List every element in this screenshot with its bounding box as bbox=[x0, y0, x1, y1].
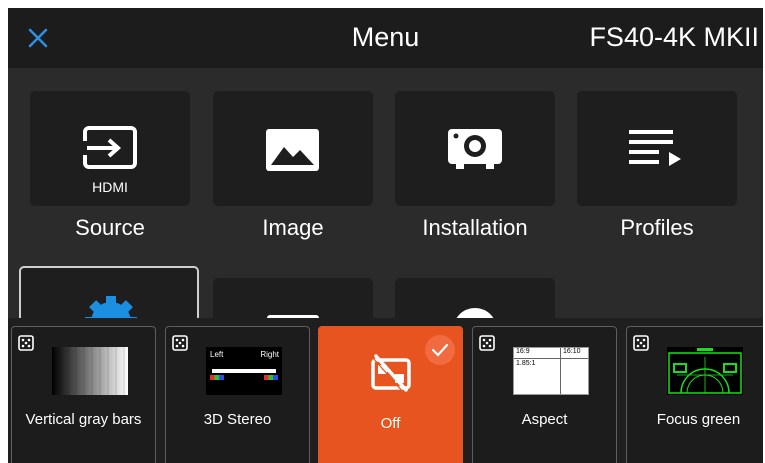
menu-tile-label: Source bbox=[75, 215, 145, 240]
pattern-off-icon bbox=[371, 354, 411, 392]
menu-tile-image[interactable] bbox=[213, 91, 373, 206]
pattern-label: Focus green bbox=[656, 411, 741, 428]
dice-icon bbox=[172, 335, 188, 351]
gray-bars-thumbnail bbox=[52, 347, 128, 395]
dice-icon bbox=[18, 335, 34, 351]
image-icon bbox=[266, 129, 319, 171]
thumb-bar bbox=[212, 369, 276, 373]
device-model: FS40-4K MKII bbox=[589, 22, 759, 52]
input-arrow-icon bbox=[83, 126, 137, 169]
pattern-card-focus-green[interactable]: Focus green bbox=[626, 326, 763, 463]
projector-menu-screen: Menu FS40-4K MKII HDMI Source Image Inst… bbox=[8, 8, 763, 463]
pattern-card-off[interactable]: Off bbox=[318, 326, 463, 463]
aspect-thumbnail: 16:9 16:10 1.85:1 bbox=[513, 347, 589, 395]
menu-tile-label: Profiles bbox=[620, 215, 694, 240]
pattern-label: Aspect bbox=[521, 411, 568, 428]
thumb-aspect-label: 1.85:1 bbox=[516, 360, 536, 367]
pattern-label: Vertical gray bars bbox=[25, 411, 142, 428]
thumb-right-label: Right bbox=[260, 350, 279, 359]
pattern-label: Off bbox=[380, 415, 401, 432]
stereo-thumbnail: Left Right bbox=[206, 347, 282, 395]
pattern-card-aspect[interactable]: 16:9 16:10 1.85:1 Aspect bbox=[472, 326, 617, 463]
menu-tile-label: Image bbox=[262, 215, 324, 240]
playlist-icon bbox=[629, 130, 681, 166]
thumb-color-marks-left bbox=[210, 375, 224, 380]
top-bar: Menu FS40-4K MKII bbox=[8, 8, 763, 68]
test-pattern-tray: Vertical gray bars Left Right 3D Stereo bbox=[8, 318, 763, 463]
pattern-label: 3D Stereo bbox=[203, 411, 272, 428]
menu-tile-label: Installation bbox=[422, 215, 528, 240]
thumb-aspect-label: 16:10 bbox=[563, 348, 581, 355]
dice-icon bbox=[633, 335, 649, 351]
menu-tile-source[interactable]: HDMI bbox=[30, 91, 190, 206]
pattern-card-vertical-gray-bars[interactable]: Vertical gray bars bbox=[11, 326, 156, 463]
projector-icon bbox=[448, 129, 502, 169]
menu-tile-profiles[interactable] bbox=[577, 91, 737, 206]
thumb-aspect-label: 16:9 bbox=[516, 348, 530, 355]
source-sublabel: HDMI bbox=[92, 179, 128, 195]
thumb-divider-h bbox=[514, 358, 588, 359]
selected-check-icon bbox=[425, 335, 455, 365]
menu-tile-installation[interactable] bbox=[395, 91, 555, 206]
pattern-card-3d-stereo[interactable]: Left Right 3D Stereo bbox=[165, 326, 310, 463]
focus-green-thumbnail bbox=[667, 347, 743, 395]
thumb-left-label: Left bbox=[210, 350, 224, 359]
thumb-divider-v bbox=[560, 348, 561, 394]
thumb-color-marks-right bbox=[264, 375, 278, 380]
dice-icon bbox=[479, 335, 495, 351]
